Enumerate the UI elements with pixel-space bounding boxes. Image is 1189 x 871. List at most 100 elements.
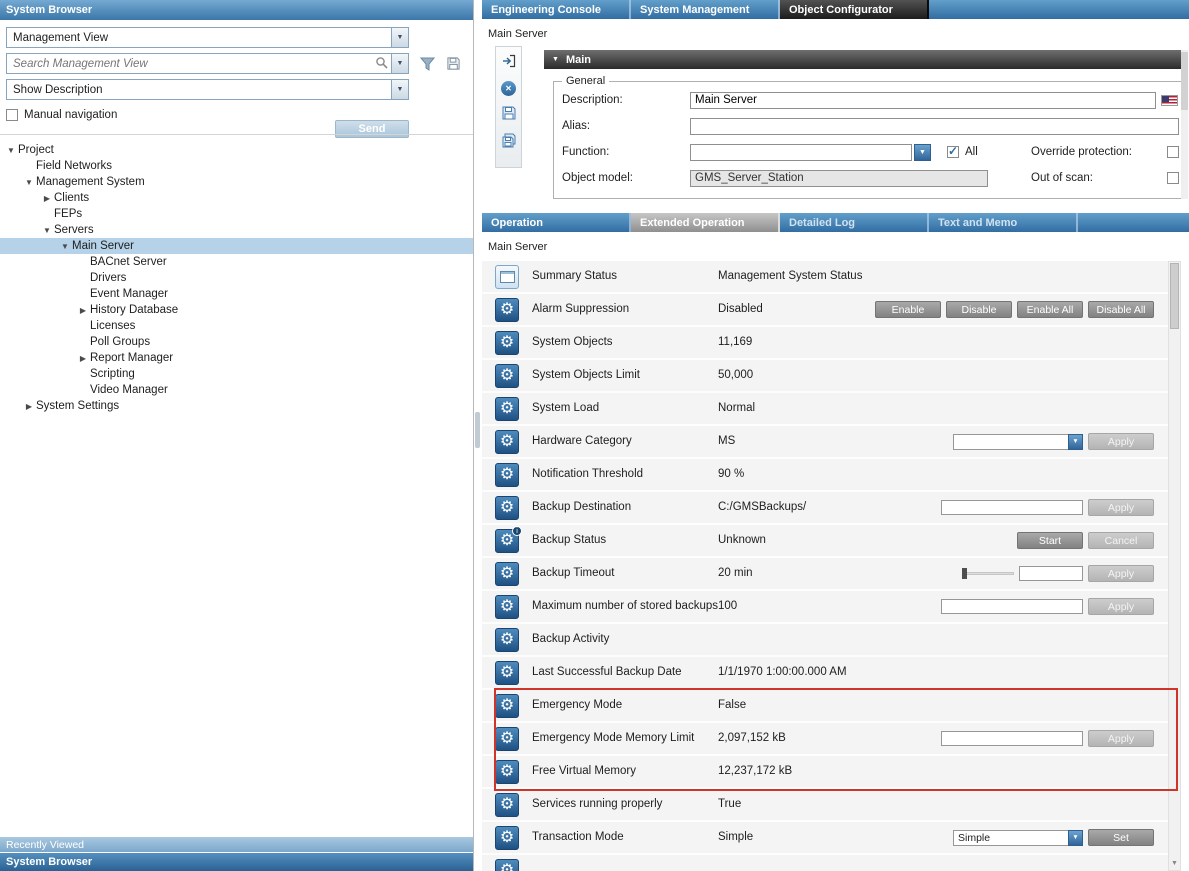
apply-button[interactable]: Apply [1088, 433, 1154, 450]
system-browser-title: System Browser [0, 0, 473, 20]
operation-pane: Operation Extended Operation Detailed Lo… [482, 213, 1189, 871]
timeout-slider[interactable] [962, 567, 1014, 580]
hardware-category-select[interactable] [953, 434, 1083, 450]
start-button[interactable]: Start [1017, 532, 1083, 549]
chevron-down-icon[interactable] [914, 144, 931, 161]
save-icon[interactable] [501, 105, 517, 124]
tree-item-history-database[interactable]: History Database [0, 302, 473, 318]
tree-item-event-manager[interactable]: Event Manager [0, 286, 473, 302]
backup-destination-input[interactable] [941, 500, 1083, 515]
disable-button[interactable]: Disable [946, 301, 1012, 318]
apply-button[interactable]: Apply [1088, 565, 1154, 582]
set-button[interactable]: Set [1088, 829, 1154, 846]
tree-item-system-settings[interactable]: System Settings [0, 398, 473, 414]
tree-item-main-server[interactable]: Main Server [0, 238, 473, 254]
gear-icon [495, 430, 519, 454]
tree-item-project[interactable]: Project [0, 142, 473, 158]
scrollbar-thumb[interactable] [1181, 52, 1188, 110]
cancel-icon[interactable] [501, 81, 516, 96]
apply-button[interactable]: Apply [1088, 499, 1154, 516]
tree-item-drivers[interactable]: Drivers [0, 270, 473, 286]
apply-button[interactable]: Apply [1088, 730, 1154, 747]
transaction-mode-select[interactable]: Simple [953, 830, 1083, 846]
tree-item-feps[interactable]: FEPs [0, 206, 473, 222]
all-checkbox[interactable] [947, 146, 959, 158]
backup-timeout-input[interactable] [1019, 566, 1083, 581]
divider [0, 134, 473, 135]
alias-input[interactable] [690, 118, 1179, 135]
expand-arrow-icon[interactable] [22, 178, 36, 187]
collapse-arrow-icon[interactable] [40, 194, 54, 203]
override-protection-checkbox[interactable] [1167, 146, 1179, 158]
description-selector[interactable]: Show Description [6, 79, 409, 100]
tree-item-video-manager[interactable]: Video Manager [0, 382, 473, 398]
apply-button[interactable]: Apply [1088, 598, 1154, 615]
tab-object-configurator[interactable]: Object Configurator [780, 0, 929, 19]
tab-operation[interactable]: Operation [482, 213, 631, 232]
gear-icon [495, 364, 519, 388]
scrollbar-thumb[interactable] [1170, 263, 1179, 329]
tree-item-scripting[interactable]: Scripting [0, 366, 473, 382]
send-button[interactable]: Send [335, 120, 409, 138]
manual-navigation-checkbox[interactable] [6, 109, 18, 121]
tree-item-clients[interactable]: Clients [0, 190, 473, 206]
splitter-grip[interactable] [475, 412, 480, 448]
tab-engineering-console[interactable]: Engineering Console [482, 0, 631, 19]
save-all-icon[interactable] [501, 133, 517, 152]
expand-arrow-icon[interactable] [4, 146, 18, 155]
tree-item-bacnet-server[interactable]: BACnet Server [0, 254, 473, 270]
save-filter-icon[interactable] [446, 56, 461, 71]
main-section-header[interactable]: Main [544, 50, 1184, 69]
collapse-arrow-icon[interactable] [22, 402, 36, 411]
recently-viewed-bar[interactable]: Recently Viewed [0, 836, 473, 852]
description-input[interactable] [690, 92, 1156, 109]
collapse-arrow-icon[interactable] [76, 306, 90, 315]
scrollbar[interactable] [1168, 261, 1181, 871]
tree-item-servers[interactable]: Servers [0, 222, 473, 238]
memory-limit-input[interactable] [941, 731, 1083, 746]
tab-extended-operation[interactable]: Extended Operation [631, 213, 780, 232]
open-pane-icon[interactable] [501, 53, 517, 72]
slider-thumb[interactable] [962, 568, 967, 579]
out-of-scan-checkbox[interactable] [1167, 172, 1179, 184]
tree-item-licenses[interactable]: Licenses [0, 318, 473, 334]
max-backups-input[interactable] [941, 599, 1083, 614]
expand-arrow-icon[interactable] [40, 226, 54, 235]
search-combo [6, 53, 409, 74]
chevron-down-icon[interactable] [391, 54, 408, 73]
tab-detailed-log[interactable]: Detailed Log [780, 213, 929, 232]
cancel-button[interactable]: Cancel [1088, 532, 1154, 549]
view-selector[interactable]: Management View [6, 27, 409, 48]
tab-system-management[interactable]: System Management [631, 0, 780, 19]
language-flag-icon[interactable] [1161, 95, 1178, 106]
property-row-emergency-mode: Emergency Mode False [482, 690, 1168, 723]
panel-splitter[interactable] [475, 0, 481, 871]
collapse-arrow-icon[interactable] [76, 354, 90, 363]
function-input[interactable] [690, 144, 912, 161]
tab-text-and-memo[interactable]: Text and Memo [929, 213, 1078, 232]
tree-item-poll-groups[interactable]: Poll Groups [0, 334, 473, 350]
tree-item-report-manager[interactable]: Report Manager [0, 350, 473, 366]
disable-all-button[interactable]: Disable All [1088, 301, 1154, 318]
chevron-down-icon[interactable] [391, 28, 408, 47]
description-selector-value: Show Description [7, 84, 391, 96]
system-browser-bottom-bar[interactable]: System Browser [0, 853, 473, 871]
expand-arrow-icon[interactable] [58, 242, 72, 251]
navigation-tree: Project Field Networks Management System… [0, 142, 473, 414]
enable-all-button[interactable]: Enable All [1017, 301, 1083, 318]
general-group: General Description: Alias: Function: Al… [553, 75, 1188, 199]
gear-icon [495, 694, 519, 718]
tree-item-field-networks[interactable]: Field Networks [0, 158, 473, 174]
chevron-down-icon[interactable] [391, 80, 408, 99]
filter-icon[interactable] [420, 57, 435, 71]
search-icon[interactable] [375, 56, 388, 72]
object-model-input[interactable] [690, 170, 988, 187]
scroll-down-icon[interactable] [1169, 857, 1180, 870]
tree-item-management-system[interactable]: Management System [0, 174, 473, 190]
chevron-down-icon[interactable] [1068, 830, 1083, 846]
property-row-summary-status: Summary Status Management System Status [482, 261, 1168, 294]
scrollbar[interactable] [1181, 50, 1188, 199]
enable-button[interactable]: Enable [875, 301, 941, 318]
chevron-down-icon[interactable] [1068, 434, 1083, 450]
search-input[interactable] [7, 58, 375, 70]
